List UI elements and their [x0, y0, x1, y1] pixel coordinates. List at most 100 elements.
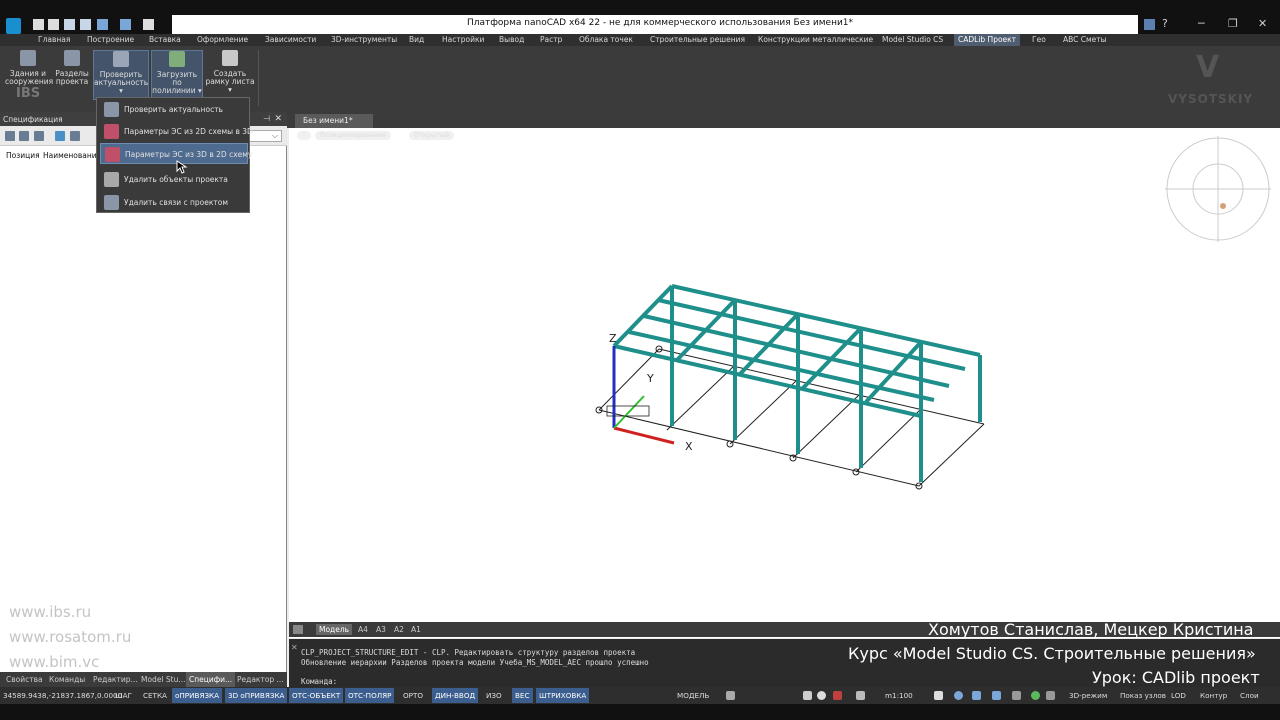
menu-params-3d-to-2d[interactable]: Параметры ЭС из 3D в 2D схему [100, 143, 252, 164]
workspace-icon[interactable] [1144, 19, 1155, 30]
load-by-polyline-button[interactable]: Загрузить по полилинии ▾ [151, 50, 203, 100]
layout-menu-icon[interactable] [293, 625, 303, 634]
toggle-grid[interactable]: СЕТКА [140, 688, 170, 703]
scale-indicator[interactable]: m1:100 [882, 688, 916, 703]
menu-check-relevance-label: Проверить актуальность [124, 105, 223, 114]
command-history-1: CLP_PROJECT_STRUCTURE_EDIT - CLP. Редакт… [301, 648, 636, 657]
nanocad-logo-icon[interactable] [6, 18, 21, 34]
sort-icon[interactable] [5, 131, 15, 141]
table-icon[interactable] [34, 131, 44, 141]
tab-model-studio[interactable]: Model Studio CS [882, 35, 943, 44]
column-position[interactable]: Позиция [6, 151, 40, 160]
toggle-ortho[interactable]: ОРТО [400, 688, 426, 703]
model-space-label[interactable]: МОДЕЛЬ [674, 688, 712, 703]
toggle-osnap[interactable]: оПРИВЯЗКА [172, 688, 223, 703]
tab-editor[interactable]: Редактир... [93, 675, 138, 684]
toggle-step[interactable]: ШАГ [112, 688, 135, 703]
menu-delete-project-objects[interactable]: Удалить объекты проекта [100, 169, 248, 190]
print-icon[interactable] [143, 19, 154, 30]
view-compass[interactable] [1165, 136, 1271, 242]
tab-point-clouds[interactable]: Облака точек [579, 35, 633, 44]
undo-icon[interactable] [97, 19, 108, 30]
zoom-icon[interactable] [954, 691, 963, 700]
toggle-lineweight[interactable]: ВЕС [512, 688, 533, 703]
command-close-icon[interactable]: ✕ [291, 643, 298, 652]
tab-settings[interactable]: Настройки [442, 35, 484, 44]
tab-view[interactable]: Вид [409, 35, 424, 44]
tab-model[interactable]: Модель [316, 624, 353, 635]
panel-close-icon[interactable]: ✕ [274, 114, 282, 124]
ucs-axes: Z X Y [606, 332, 693, 453]
toggle-contour[interactable]: Контур [1197, 688, 1230, 703]
maximize-button[interactable]: ❐ [1228, 17, 1238, 30]
tab-commands[interactable]: Команды [49, 675, 85, 684]
tab-3d-tools[interactable]: 3D-инструменты [331, 35, 397, 44]
pen-icon[interactable] [856, 691, 865, 700]
zoom-extents-icon[interactable] [992, 691, 1001, 700]
refresh-view-icon[interactable] [1031, 691, 1040, 700]
tab-a2[interactable]: A2 [394, 625, 404, 634]
bulb-icon[interactable] [817, 691, 826, 700]
toggle-show-nodes[interactable]: Показ узлов [1117, 688, 1169, 703]
frame-label-2: рамку листа ▾ [205, 77, 255, 94]
tab-editor-2[interactable]: Редактор ... [237, 675, 284, 684]
zoom-window-icon[interactable] [972, 691, 981, 700]
tab-abc-estimates[interactable]: ABC Сметы [1063, 35, 1107, 44]
menu-check-relevance[interactable]: Проверить актуальность [100, 99, 248, 120]
column-name[interactable]: Наименование [43, 151, 101, 160]
steel-frame[interactable] [612, 284, 982, 482]
orbit-icon[interactable] [1012, 691, 1021, 700]
new-file-icon[interactable] [33, 19, 44, 30]
tab-constraints[interactable]: Зависимости [265, 35, 316, 44]
tab-build[interactable]: Построение [87, 35, 134, 44]
annotation-icon[interactable] [833, 691, 842, 700]
document-tab[interactable]: Без имени1* [295, 114, 373, 128]
refresh-icon[interactable] [55, 131, 65, 141]
tab-output[interactable]: Вывод [499, 35, 524, 44]
tab-home[interactable]: Главная [38, 35, 70, 44]
toggle-dynamic-input[interactable]: ДИН-ВВОД [432, 688, 479, 703]
open-file-icon[interactable] [48, 19, 59, 30]
tab-geo[interactable]: Гео [1032, 35, 1046, 44]
tab-a3[interactable]: A3 [376, 625, 386, 634]
tab-format[interactable]: Оформление [197, 35, 248, 44]
tab-metal-structures[interactable]: Конструкции металлические [758, 35, 873, 44]
redo-icon[interactable] [120, 19, 131, 30]
tab-model-studio-panel[interactable]: Model Stu... [141, 675, 186, 684]
walk-icon[interactable] [1046, 691, 1055, 700]
tab-a4[interactable]: A4 [358, 625, 368, 634]
tab-building-solutions[interactable]: Строительные решения [650, 35, 745, 44]
command-prompt[interactable]: Команда: [301, 677, 337, 686]
layout-icon[interactable] [726, 691, 735, 700]
create-sheet-frame-button[interactable]: Создать рамку листа ▾ [205, 50, 255, 100]
pin-icon[interactable]: ⊣ [263, 114, 270, 123]
save-icon[interactable] [64, 19, 75, 30]
toggle-lod[interactable]: LOD [1168, 688, 1189, 703]
menu-params-2d-to-3d[interactable]: Параметры ЭС из 2D схемы в 3D [100, 121, 253, 142]
pan-icon[interactable] [934, 691, 943, 700]
minimize-button[interactable]: ─ [1198, 17, 1205, 30]
toggle-layers[interactable]: Слои [1237, 688, 1262, 703]
tree-icon[interactable] [19, 131, 29, 141]
close-button[interactable]: ✕ [1258, 17, 1267, 30]
tab-specification[interactable]: Специфи... [186, 672, 236, 687]
drawing-viewport[interactable]: Без имени1* Позиционирование Открытый Z … [289, 112, 1280, 638]
help-button[interactable]: ? [1162, 17, 1168, 30]
menu-delete-project-links[interactable]: Удалить связи с проектом [100, 192, 248, 213]
toggle-polar-tracking[interactable]: ОТС-ПОЛЯР [345, 688, 395, 703]
tab-a1[interactable]: A1 [411, 625, 421, 634]
tab-cadlib-project[interactable]: CADLib Проект [954, 34, 1021, 46]
toggle-hatch[interactable]: ШТРИХОВКА [536, 688, 590, 703]
project-sections-button[interactable]: Разделы проекта [54, 50, 90, 100]
tab-insert[interactable]: Вставка [149, 35, 181, 44]
toggle-3d-osnap[interactable]: 3D оПРИВЯЗКА [225, 688, 288, 703]
light-icon[interactable] [803, 691, 812, 700]
toggle-iso[interactable]: ИЗО [483, 688, 505, 703]
toggle-3d-mode[interactable]: 3D-режим [1066, 688, 1110, 703]
check-relevance-button[interactable]: Проверить актуальность ▾ [93, 50, 149, 100]
save-as-icon[interactable] [80, 19, 91, 30]
settings-icon[interactable] [70, 131, 80, 141]
tab-raster[interactable]: Растр [540, 35, 562, 44]
tab-properties[interactable]: Свойства [6, 675, 43, 684]
toggle-object-tracking[interactable]: ОТС-ОБЪЕКТ [289, 688, 344, 703]
